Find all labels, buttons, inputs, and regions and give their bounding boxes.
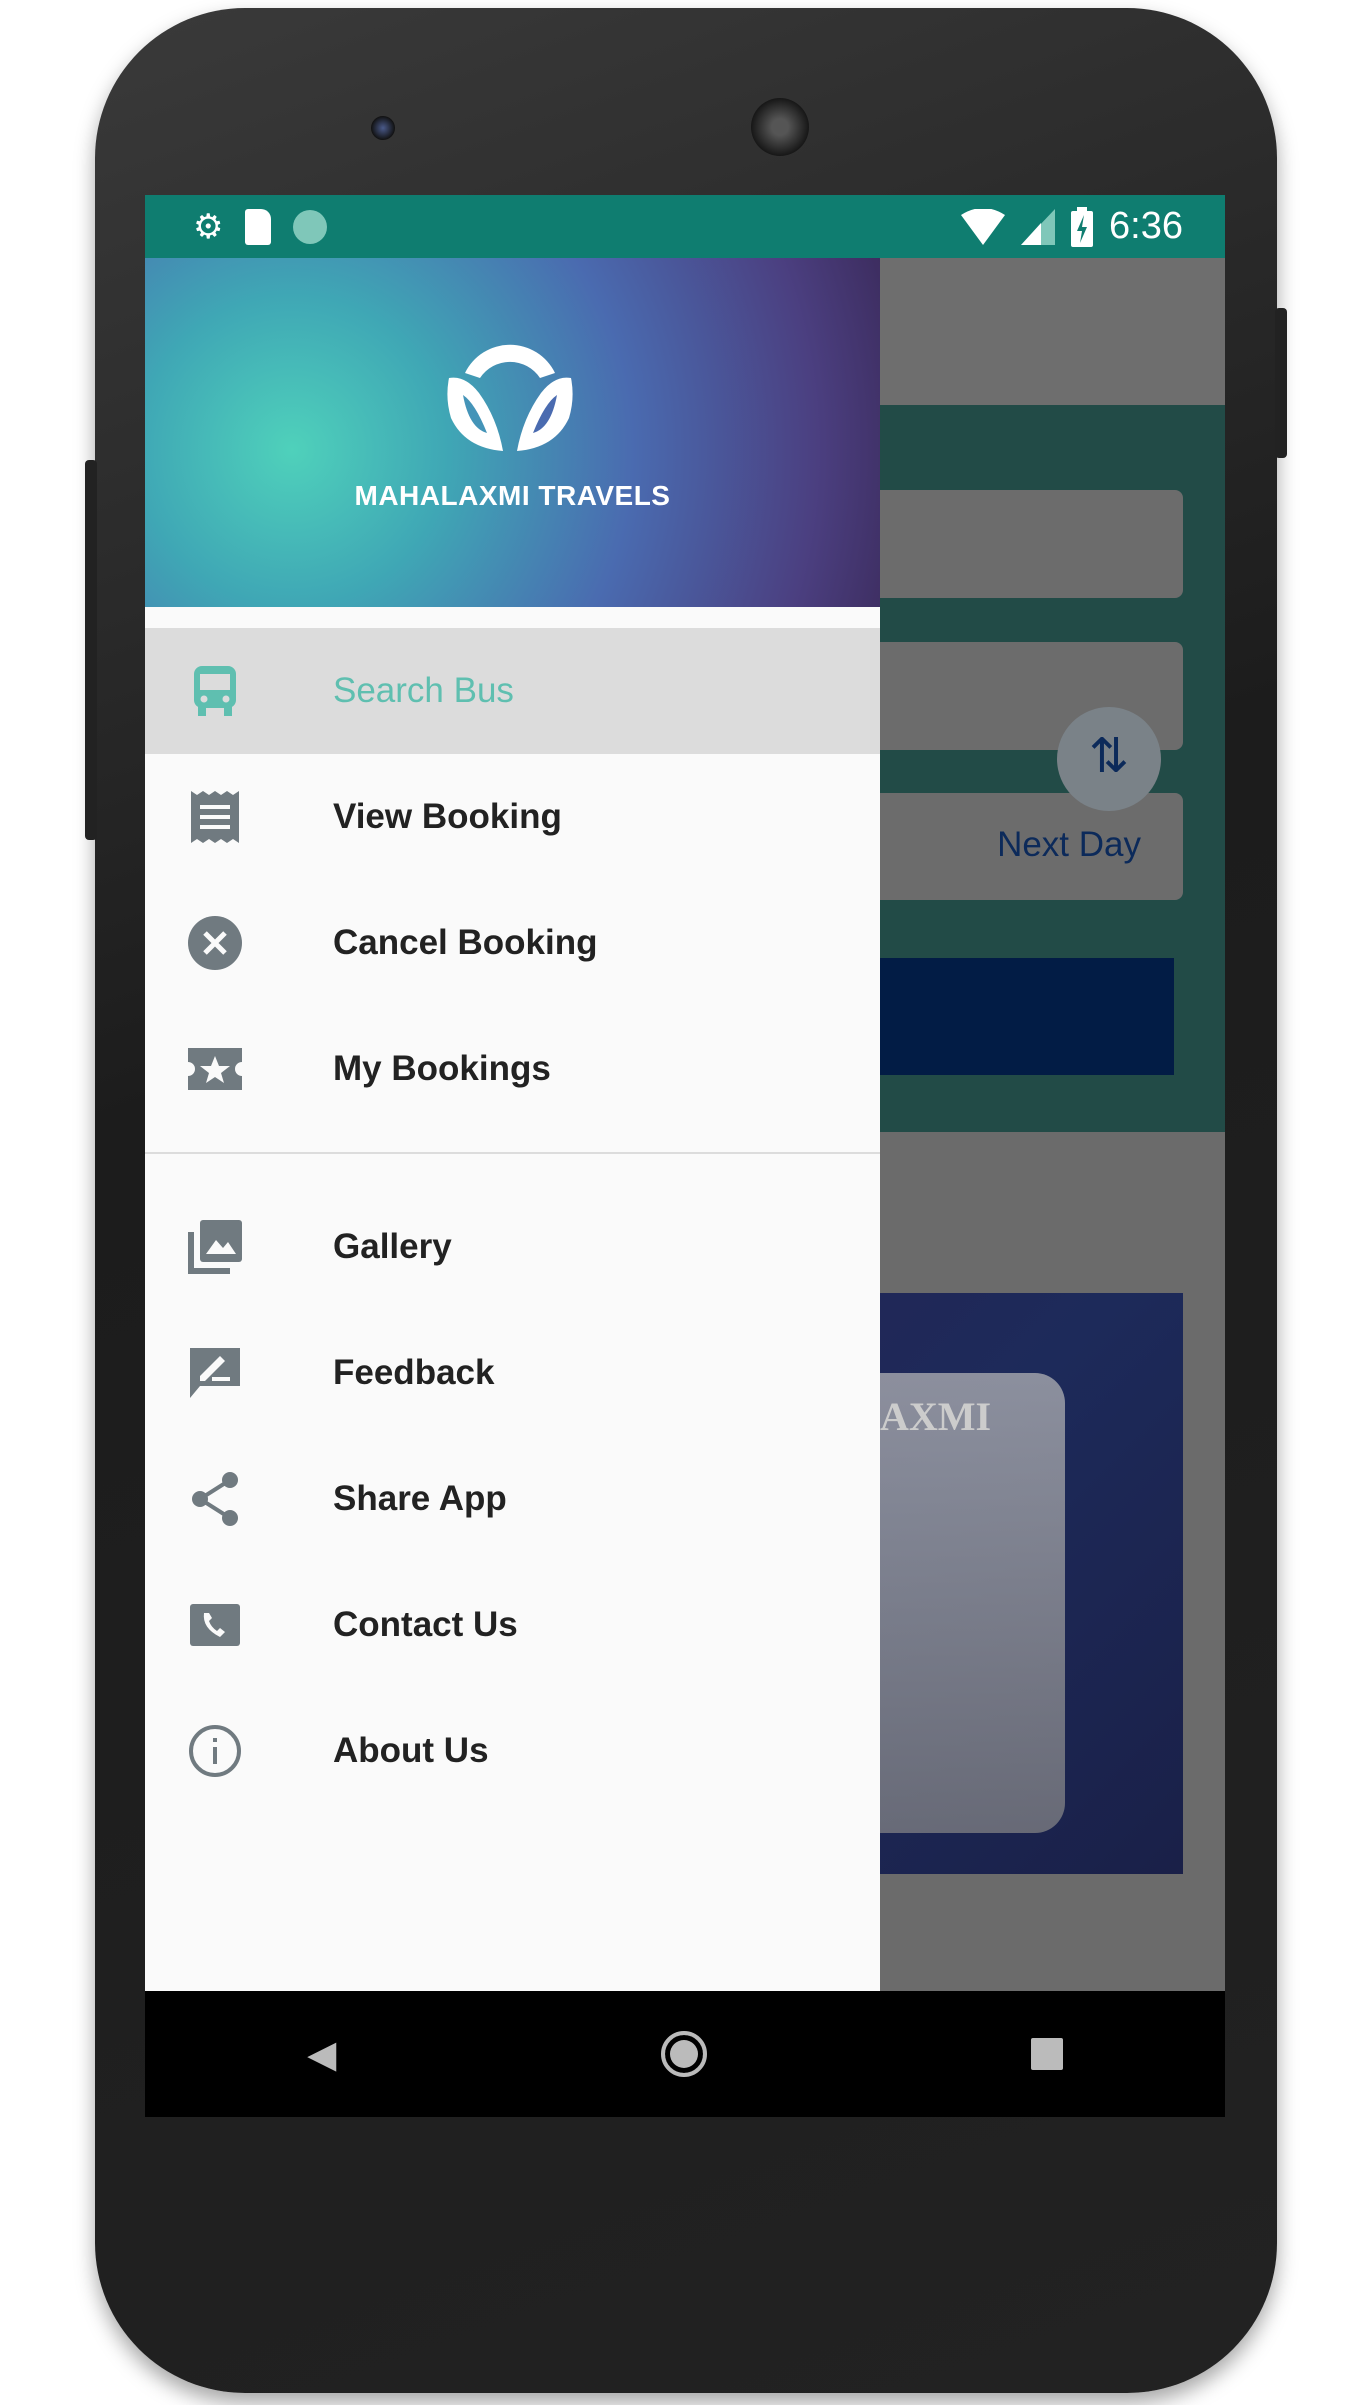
menu-item-share-app[interactable]: Share App bbox=[145, 1436, 880, 1562]
sd-card-icon bbox=[245, 209, 272, 245]
brand-logo bbox=[447, 344, 573, 451]
bus-icon bbox=[187, 663, 243, 719]
navigation-drawer: MAHALAXMI TRAVELS Search Bus View Bookin… bbox=[145, 258, 880, 1991]
speaker bbox=[751, 98, 809, 156]
drawer-header: MAHALAXMI TRAVELS bbox=[145, 258, 880, 607]
feedback-icon bbox=[187, 1345, 243, 1401]
menu-item-about-us[interactable]: About Us bbox=[145, 1688, 880, 1814]
menu-item-view-booking[interactable]: View Booking bbox=[145, 754, 880, 880]
side-button bbox=[85, 460, 97, 840]
bus-text: AXMI bbox=[880, 1394, 992, 1439]
front-camera bbox=[371, 116, 395, 140]
battery-charging-icon bbox=[1071, 206, 1094, 247]
menu-item-my-bookings[interactable]: My Bookings bbox=[145, 1006, 880, 1132]
receipt-icon bbox=[187, 789, 243, 845]
menu-item-feedback[interactable]: Feedback bbox=[145, 1310, 880, 1436]
info-icon bbox=[187, 1723, 243, 1779]
menu-item-contact-us[interactable]: Contact Us bbox=[145, 1562, 880, 1688]
menu-item-gallery[interactable]: Gallery bbox=[145, 1184, 880, 1310]
cancel-icon bbox=[187, 915, 243, 971]
drawer-menu: Search Bus View Booking Cancel Booking M… bbox=[145, 628, 880, 1814]
next-day-button[interactable]: Next Day bbox=[997, 825, 1141, 865]
phone-icon bbox=[187, 1597, 243, 1653]
status-bar: ⚙ 6:36 bbox=[145, 195, 1225, 258]
power-button bbox=[1275, 308, 1287, 458]
clock: 6:36 bbox=[1109, 205, 1183, 247]
gear-icon: ⚙ bbox=[193, 208, 224, 246]
ticket-star-icon bbox=[187, 1041, 243, 1097]
menu-item-search-bus[interactable]: Search Bus bbox=[145, 628, 880, 754]
sync-icon bbox=[293, 210, 328, 244]
share-icon bbox=[187, 1471, 243, 1527]
wifi-icon bbox=[961, 208, 1006, 245]
home-icon[interactable] bbox=[660, 2031, 707, 2077]
swap-icon[interactable]: ⇅ bbox=[1057, 707, 1161, 811]
brand-name: MAHALAXMI TRAVELS bbox=[354, 480, 671, 511]
screen: ⚙ 6:36 Next Day ⇅ AXMI MAHALAXMI TRAVELS… bbox=[145, 195, 1225, 2117]
gallery-icon bbox=[187, 1219, 243, 1275]
menu-item-cancel-booking[interactable]: Cancel Booking bbox=[145, 880, 880, 1006]
signal-icon bbox=[1021, 208, 1056, 245]
system-nav-bar: ◀ bbox=[145, 1991, 1225, 2117]
back-icon[interactable]: ◀ bbox=[307, 2032, 336, 2077]
recents-icon[interactable] bbox=[1030, 2038, 1063, 2070]
menu-divider bbox=[145, 1152, 880, 1154]
